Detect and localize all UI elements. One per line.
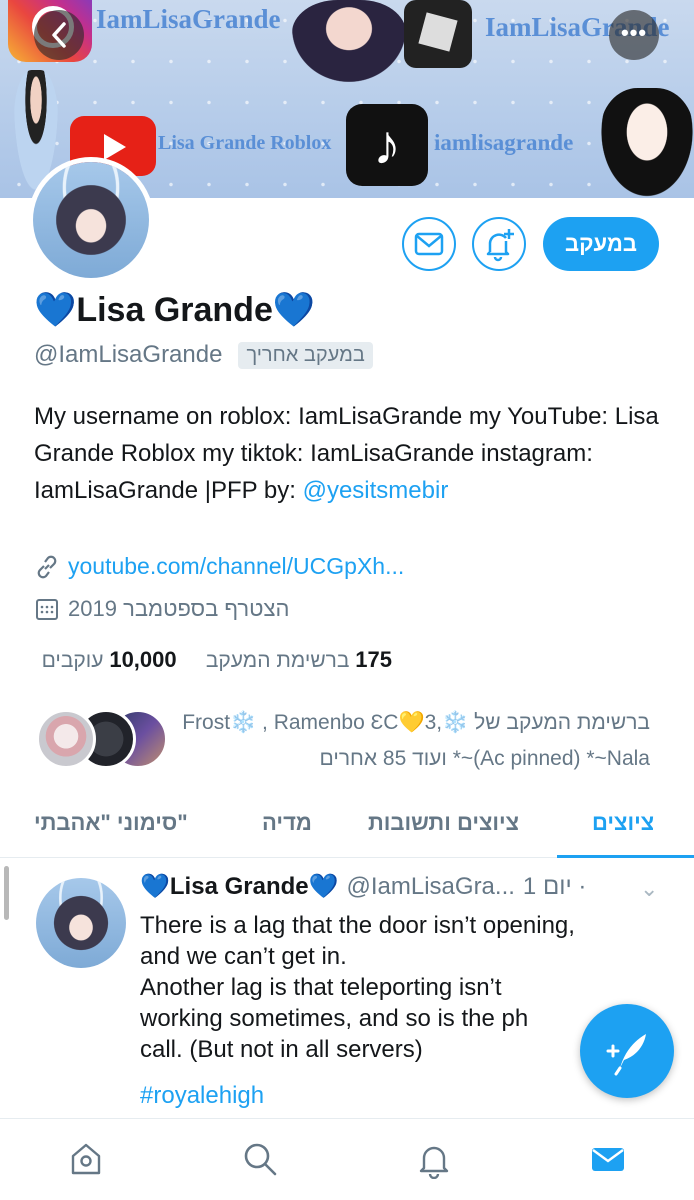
blue-heart-emoji: 💙 (272, 291, 316, 329)
following-stat[interactable]: 175 ברשימת המעקב (205, 647, 392, 672)
avatar-image (36, 878, 126, 968)
roblox-logo-icon (404, 0, 472, 68)
active-tab-indicator (557, 855, 694, 858)
avatar (36, 709, 96, 769)
back-button[interactable] (34, 10, 84, 60)
more-icon: ••• (620, 20, 648, 45)
profile-url-link[interactable]: youtube.com/channel/UCGpXh... (68, 553, 404, 580)
banner-character-image (600, 88, 694, 198)
banner-text: Lisa Grande Roblox (158, 132, 332, 154)
banner-text: iamlisagrande (434, 130, 574, 155)
nav-notifications[interactable] (414, 1139, 454, 1180)
search-icon (244, 1143, 277, 1176)
calendar-icon (36, 599, 58, 620)
followers-stat[interactable]: 10,000 עוקבים (41, 647, 177, 672)
followers-you-know-text[interactable]: ברשימת המעקב של ❄️Frost❄️ , Ramenbo ƐC💛3… (170, 705, 650, 777)
handle-row: @IamLisaGrande במעקב אחריך (34, 341, 373, 369)
compose-tweet-button[interactable] (580, 1004, 674, 1098)
link-icon (37, 555, 57, 578)
feather-plus-icon (606, 1034, 646, 1076)
following-count: 175 (355, 647, 392, 672)
tab-media[interactable]: מדיה (262, 810, 312, 836)
tweet-time: יום 1 · (522, 872, 587, 900)
profile-url-row[interactable]: youtube.com/channel/UCGpXh... (34, 553, 404, 580)
bell-icon (419, 1146, 449, 1180)
nav-messages[interactable] (588, 1139, 628, 1179)
bio-mention-link[interactable]: @yesitsmebir (303, 477, 449, 504)
tweet-author-name[interactable]: 💙Lisa Grande💙 (140, 872, 339, 901)
blue-heart-emoji: 💙 (140, 873, 170, 900)
following-button[interactable]: במעקב (543, 217, 659, 271)
follow-stats: 175 ברשימת המעקב 10,000 עוקבים (42, 647, 392, 673)
avatar-image (33, 162, 149, 278)
banner-text: IamLisaGrande (96, 4, 281, 34)
tweet-handle: @IamLisaGra... (346, 872, 515, 900)
tweet-avatar[interactable] (36, 878, 126, 968)
direct-message-button[interactable] (402, 217, 456, 271)
chevron-down-icon[interactable]: ⌄ (640, 876, 658, 902)
tweet-author-name-text: Lisa Grande (169, 873, 309, 900)
scrollbar[interactable] (4, 866, 9, 920)
envelope-icon (592, 1148, 624, 1171)
tab-tweets[interactable]: ציוצים (592, 810, 654, 836)
follows-you-badge: במעקב אחריך (238, 341, 373, 369)
envelope-icon (414, 232, 444, 256)
profile-handle: @IamLisaGrande (34, 341, 223, 368)
banner-character-image (292, 0, 406, 82)
tweet-hashtag-link[interactable]: #royalehigh (140, 1082, 264, 1110)
nav-home[interactable] (66, 1139, 106, 1179)
more-button[interactable]: ••• (609, 10, 659, 60)
joined-date-row: הצטרף בספטמבר 2019 (34, 596, 289, 622)
blue-heart-emoji: 💙 (308, 873, 339, 900)
home-icon (71, 1143, 101, 1175)
followers-label: עוקבים (41, 649, 104, 672)
tab-tweets-replies[interactable]: ציוצים ותשובות (368, 810, 519, 836)
profile-bio: My username on roblox: IamLisaGrande my … (34, 398, 664, 509)
profile-name-text: Lisa Grande (76, 291, 273, 329)
bell-plus-icon (486, 229, 514, 262)
profile-tabs: סימוני "אהבתי" מדיה ציוצים ותשובות ציוצי… (0, 792, 694, 858)
profile-name: 💙Lisa Grande💙 (34, 290, 315, 330)
following-label: ברשימת המעקב (205, 649, 350, 672)
blue-heart-emoji: 💙 (34, 291, 77, 329)
profile-avatar[interactable] (28, 157, 154, 283)
nav-search[interactable] (240, 1139, 280, 1179)
followers-count: 10,000 (109, 647, 177, 672)
tiktok-logo-icon: ♪ (346, 104, 428, 186)
tab-likes[interactable]: סימוני "אהבתי" (34, 810, 188, 836)
bottom-navigation (0, 1118, 694, 1200)
notifications-button[interactable] (472, 217, 526, 271)
followers-you-know-avatars[interactable] (36, 709, 168, 769)
tweet-header: 💙Lisa Grande💙 @IamLisaGra... יום 1 · (140, 872, 586, 901)
chevron-left-icon (52, 22, 66, 48)
joined-date: הצטרף בספטמבר 2019 (68, 596, 290, 621)
